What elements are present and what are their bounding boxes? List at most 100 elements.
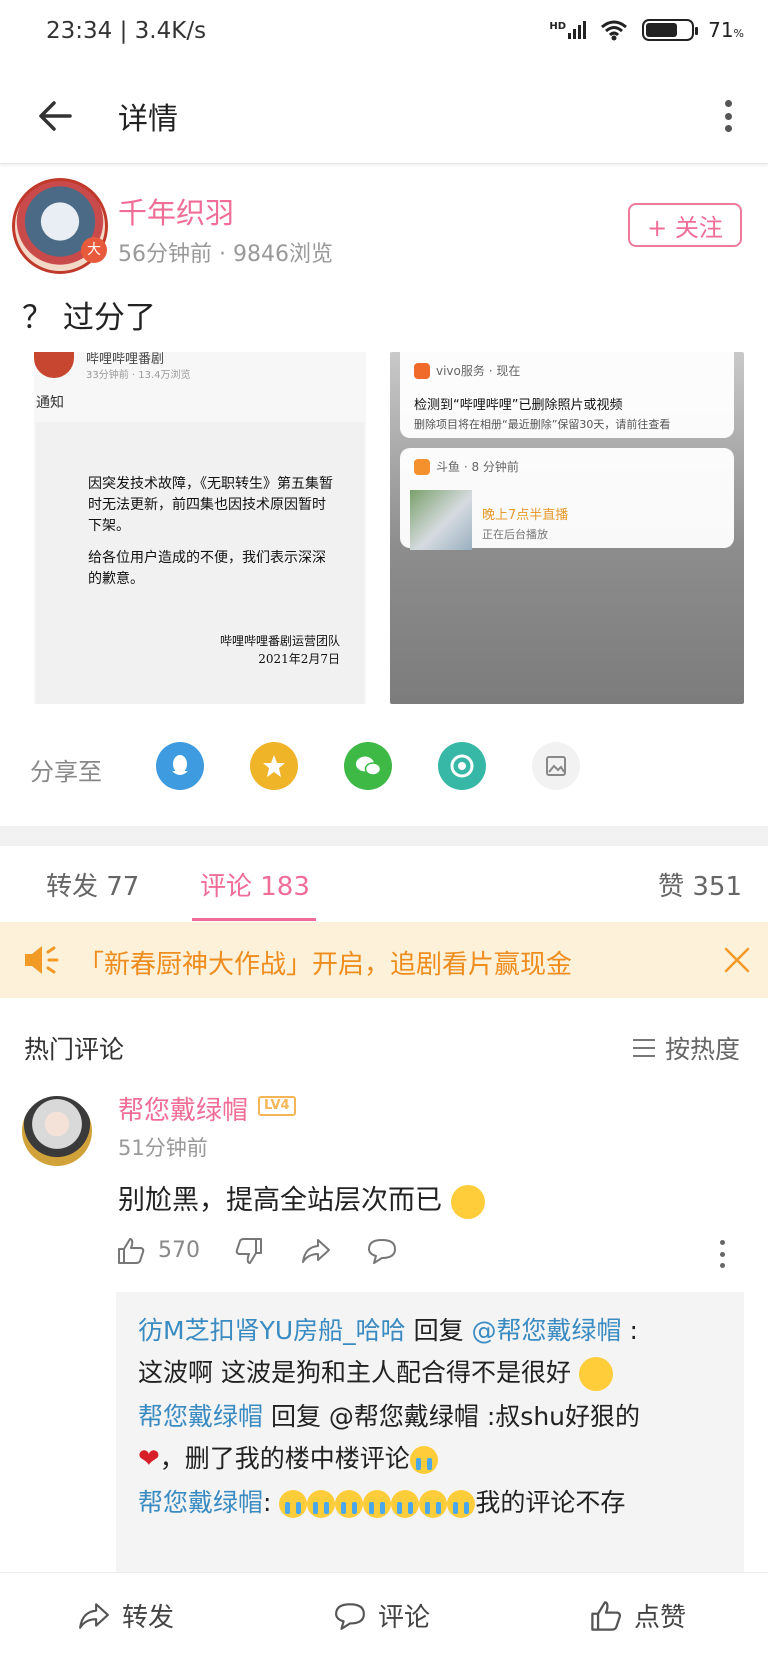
close-icon (724, 947, 750, 973)
tab-repost[interactable]: 转发 77 (46, 866, 139, 903)
reply-3: 帮您戴绿帽: 我的评论不存 (138, 1488, 626, 1518)
thumbs-up-icon (591, 1600, 622, 1631)
close-banner-button[interactable] (722, 940, 752, 980)
image-account-meta: 33分钟前 · 13.4万浏览 (86, 370, 191, 381)
douyu-icon (414, 458, 430, 475)
reply-author[interactable]: 帮您戴绿帽 (138, 1402, 263, 1431)
post-text: ？ 过分了 (22, 300, 156, 336)
battery-level: 71% (708, 18, 744, 42)
crying-emoji-icon (409, 1446, 438, 1474)
share-arrow-icon (302, 1239, 330, 1263)
comment-text: 别尬黑，提高全站层次而已 (118, 1178, 485, 1219)
thumbs-up-icon (118, 1238, 145, 1264)
crying-emoji-icon (447, 1490, 476, 1518)
comment-more-button[interactable] (720, 1240, 728, 1268)
notice-date: 2021年2月7日 (258, 652, 340, 666)
section-divider (0, 826, 768, 846)
notification-header: vivo服务 · 现在 (414, 362, 520, 379)
share-comment-button[interactable] (300, 1236, 332, 1266)
tab-indicator (192, 918, 316, 921)
image-account-name: 哔哩哔哩番剧 (86, 352, 165, 367)
like-count: 570 (158, 1238, 200, 1263)
post-image-notifications[interactable]: vivo服务 · 现在 检测到“哔哩哔哩”已删除照片或视频 删除项目将在相册“最… (390, 352, 744, 704)
image-account-avatar (34, 352, 74, 378)
notification-card-douyu: 斗鱼 · 8 分钟前 晚上7点半直播 正在后台播放 (400, 448, 734, 550)
commenter-avatar[interactable] (22, 1096, 92, 1166)
share-label: 分享至 (30, 758, 102, 786)
more-options-button[interactable] (716, 94, 740, 138)
notification-title: 检测到“哔哩哔哩”已删除照片或视频 (414, 398, 623, 413)
wifi-icon (601, 20, 628, 41)
crying-emoji-icon (307, 1490, 336, 1518)
post-meta: 56分钟前 · 9846浏览 (118, 242, 333, 267)
status-icons: HD 71% (549, 18, 744, 42)
author-avatar[interactable] (12, 178, 108, 274)
follow-button[interactable]: + 关注 (628, 203, 742, 247)
reply-2: 帮您戴绿帽 回复 @帮您戴绿帽 :叔shu好狠的 ❤，删了我的楼中楼评论 (138, 1402, 641, 1474)
back-button[interactable] (34, 92, 82, 140)
comment-bubble-icon (368, 1239, 396, 1264)
qzone-icon[interactable] (250, 742, 298, 790)
share-arrow-icon (79, 1602, 109, 1629)
reply-thread[interactable]: 彷M芝扣肾YU房船_哈哈 回复 @帮您戴绿帽 : 这波啊 这波是狗和主人配合得不… (116, 1292, 744, 1592)
qq-icon[interactable] (156, 742, 204, 790)
emoji-icon (578, 1357, 613, 1391)
crying-emoji-icon (279, 1490, 308, 1518)
sort-label: 按热度 (664, 1035, 740, 1064)
reply-mention[interactable]: @帮您戴绿帽 (472, 1316, 622, 1345)
bottom-like-button[interactable]: 点赞 (588, 1597, 686, 1634)
notice-paragraph-2: 给各位用户造成的不便，我们表示深深的歉意。 (88, 550, 326, 587)
crying-emoji-icon (363, 1490, 392, 1518)
commenter-name[interactable]: 帮您戴绿帽 (118, 1090, 248, 1127)
notification-header: 斗鱼 · 8 分钟前 (414, 458, 519, 475)
stream-thumbnail (410, 490, 472, 550)
hot-comments-title: 热门评论 (24, 1035, 125, 1064)
bottom-repost-button[interactable]: 转发 (76, 1597, 174, 1634)
emoji-icon (450, 1184, 485, 1219)
comment-time: 51分钟前 (118, 1136, 208, 1160)
speaker-icon (22, 942, 60, 978)
sort-icon (632, 1039, 655, 1057)
wechat-icon[interactable] (344, 742, 392, 790)
promo-text: 「新春厨神大作战」开启，追剧看片赢现金 (78, 950, 573, 980)
comment-bubble-icon (335, 1602, 365, 1630)
page-title: 详情 (118, 102, 178, 137)
battery-icon (642, 19, 699, 41)
stream-title: 晚上7点半直播 (482, 508, 569, 523)
author-name[interactable]: 千年织羽 (118, 190, 234, 232)
back-arrow-icon (39, 101, 72, 131)
crying-emoji-icon (335, 1490, 364, 1518)
promo-banner[interactable]: 「新春厨神大作战」开启，追剧看片赢现金 (0, 922, 768, 998)
bottom-action-bar: 转发 评论 点赞 (0, 1572, 768, 1664)
crying-emoji-icon (391, 1490, 420, 1518)
moments-icon[interactable] (438, 742, 486, 790)
notice-body: 因突发技术故障，《无职转生》第五集暂时无法更新，前四集也因技术原因暂时下架。 给… (36, 422, 364, 704)
dislike-button[interactable] (234, 1236, 264, 1266)
stream-status: 正在后台播放 (482, 528, 548, 541)
heart-icon: ❤ (138, 1444, 160, 1474)
thumbs-down-icon (235, 1238, 262, 1264)
like-button[interactable] (116, 1236, 146, 1266)
reply-1: 彷M芝扣肾YU房船_哈哈 回复 @帮您戴绿帽 : 这波啊 这波是狗和主人配合得不… (138, 1310, 728, 1394)
status-time: 23:34 | 3.4K/s (46, 18, 207, 44)
reply-button[interactable] (366, 1236, 398, 1266)
network-type: HD (549, 21, 567, 32)
top-toolbar: 详情 (0, 68, 768, 164)
reply-author[interactable]: 帮您戴绿帽 (138, 1488, 263, 1517)
vivo-service-icon (414, 362, 430, 379)
notice-paragraph-1: 因突发技术故障，《无职转生》第五集暂时无法更新，前四集也因技术原因暂时下架。 (88, 476, 333, 534)
save-image-icon[interactable] (532, 742, 580, 790)
notice-signature: 哔哩哔哩番剧运营团队 (219, 634, 340, 648)
image-notice-label: 通知 (36, 395, 64, 411)
notification-card-vivo: vivo服务 · 现在 检测到“哔哩哔哩”已删除照片或视频 删除项目将在相册“最… (400, 352, 734, 438)
tab-comments[interactable]: 评论 183 (200, 866, 310, 903)
post-image-notice[interactable]: 哔哩哔哩番剧 33分钟前 · 13.4万浏览 通知 因突发技术故障，《无职转生》… (34, 352, 366, 704)
tab-likes[interactable]: 赞 351 (658, 866, 742, 903)
bottom-comment-button[interactable]: 评论 (332, 1597, 430, 1634)
level-badge: LV4 (258, 1096, 296, 1116)
signal-icon: HD (549, 21, 587, 39)
sort-button[interactable]: 按热度 (632, 1030, 740, 1066)
status-bar: 23:34 | 3.4K/s HD 71% (0, 0, 768, 68)
notification-body: 删除项目将在相册“最近删除”保留30天，请前往查看 (414, 418, 671, 431)
reply-author[interactable]: 彷M芝扣肾YU房船_哈哈 (138, 1316, 406, 1345)
